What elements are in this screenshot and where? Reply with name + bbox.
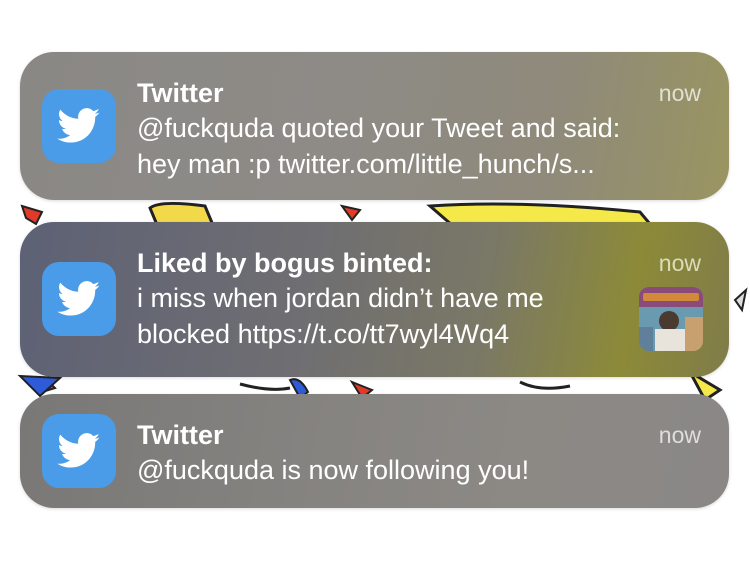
twitter-bird-icon — [57, 108, 100, 143]
notification-time: now — [658, 422, 701, 448]
notification-title: Twitter — [137, 420, 224, 450]
twitter-app-icon — [42, 89, 116, 163]
twitter-bird-icon — [57, 433, 100, 468]
notification-card[interactable]: Twitter @fuckquda quoted your Tweet and … — [20, 52, 729, 200]
notification-title: Liked by bogus binted: — [137, 248, 433, 278]
twitter-bird-icon — [57, 281, 100, 316]
notification-content: Twitter @fuckquda is now following you! — [137, 418, 701, 488]
twitter-app-icon — [42, 414, 116, 488]
notification-content: Twitter @fuckquda quoted your Tweet and … — [137, 76, 701, 182]
notification-card[interactable]: Liked by bogus binted: i miss when jorda… — [20, 222, 729, 377]
notification-card[interactable]: Twitter @fuckquda is now following you! … — [20, 394, 729, 508]
notification-title: Twitter — [137, 78, 224, 108]
twitter-app-icon — [42, 262, 116, 336]
notification-body-line: @fuckquda is now following you! — [137, 455, 530, 485]
notification-body-line: blocked https://t.co/tt7wyl4Wq4 — [137, 319, 510, 349]
notification-content: Liked by bogus binted: i miss when jorda… — [137, 246, 701, 352]
tweet-image-thumbnail[interactable] — [639, 287, 703, 351]
notification-time: now — [658, 250, 701, 276]
notification-time: now — [658, 80, 701, 106]
notification-body-line: hey man :p twitter.com/little_hunch/s... — [137, 149, 595, 179]
thumbnail-image — [639, 287, 703, 351]
notification-body-line: @fuckquda quoted your Tweet and said: — [137, 113, 621, 143]
notification-body-line: i miss when jordan didn’t have me — [137, 283, 544, 313]
